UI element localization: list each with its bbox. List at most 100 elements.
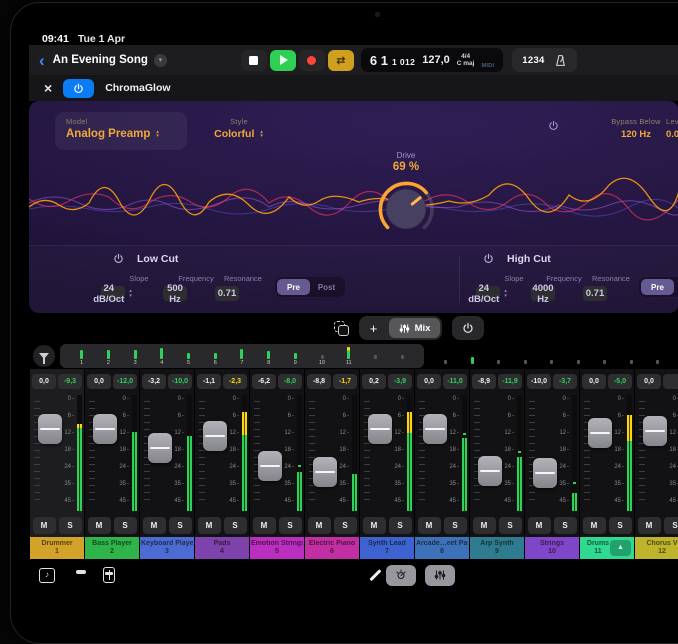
fader-handle[interactable] xyxy=(643,416,667,446)
plugins-icon[interactable] xyxy=(72,569,86,582)
track-label[interactable]: Synth Lead7 xyxy=(360,537,414,559)
play-button[interactable] xyxy=(270,50,296,71)
high-cut-resonance[interactable]: Resonance 0.71 xyxy=(583,274,639,301)
level-control[interactable]: Level 0.0 xyxy=(666,117,678,140)
fader-handle[interactable] xyxy=(588,418,612,448)
channel-strip-icon[interactable] xyxy=(103,567,115,583)
fader-handle[interactable] xyxy=(258,451,282,481)
mix-button[interactable]: Mix xyxy=(389,318,441,338)
offscreen-tracks-meters[interactable] xyxy=(424,349,678,364)
pencil-icon[interactable] xyxy=(369,569,381,581)
close-icon[interactable]: × xyxy=(44,81,52,95)
solo-button[interactable]: S xyxy=(499,517,522,534)
solo-button[interactable]: S xyxy=(664,517,678,534)
channel-strip-8[interactable]: 0,0-11,0061218243545MSArcade…eet Pad8 xyxy=(415,369,469,559)
solo-button[interactable]: S xyxy=(609,517,632,534)
channel-strip-12[interactable]: 0,0061218243545MSChorus V12 xyxy=(635,369,678,559)
solo-button[interactable]: S xyxy=(279,517,302,534)
solo-button[interactable]: S xyxy=(444,517,467,534)
track-label[interactable]: Electric Piano6 xyxy=(305,537,359,559)
track-label[interactable]: Drums11▲ xyxy=(580,537,634,559)
solo-button[interactable]: S xyxy=(389,517,412,534)
track-label[interactable]: Chorus V12 xyxy=(635,537,678,559)
channel-strip-2[interactable]: 0,0-12,0061218243545MSBass Player2 xyxy=(85,369,139,559)
fader-handle[interactable] xyxy=(148,433,172,463)
pre-segment[interactable]: Pre xyxy=(277,279,310,295)
copy-strip-button[interactable] xyxy=(334,321,349,336)
track-label[interactable]: Keyboard Player3 xyxy=(140,537,194,559)
fader-handle[interactable] xyxy=(93,414,117,444)
add-button[interactable]: + xyxy=(361,318,387,338)
track-label[interactable]: Emotion Strings5 xyxy=(250,537,304,559)
channel-strip-11[interactable]: 0,0-5,0061218243545MSDrums11▲ xyxy=(580,369,634,559)
solo-button[interactable]: S xyxy=(114,517,137,534)
channel-strip-6[interactable]: -8,8-1,7061218243545MSElectric Piano6 xyxy=(305,369,359,559)
bypass-power-icon[interactable] xyxy=(548,120,559,131)
mute-button[interactable]: M xyxy=(198,517,221,534)
post-segment[interactable]: Post xyxy=(674,279,678,295)
style-selector[interactable]: Style Colorful ▲▼ xyxy=(194,117,284,140)
faders-view-button[interactable] xyxy=(425,565,455,586)
mute-button[interactable]: M xyxy=(638,517,661,534)
mute-button[interactable]: M xyxy=(88,517,111,534)
filter-button[interactable] xyxy=(33,345,55,367)
lcd-display[interactable]: 6 1 1 012 127,0 4/4 C maj MIDI xyxy=(361,48,503,72)
mute-button[interactable]: M xyxy=(253,517,276,534)
chevron-up-icon[interactable]: ▲ xyxy=(610,540,631,556)
mute-button[interactable]: M xyxy=(143,517,166,534)
high-cut-power-icon[interactable] xyxy=(483,253,494,264)
fader-handle[interactable] xyxy=(203,421,227,451)
track-label[interactable]: Drummer1 xyxy=(30,537,84,559)
knob-view-button[interactable] xyxy=(386,565,416,586)
fader-handle[interactable] xyxy=(533,458,557,488)
low-cut-resonance[interactable]: Resonance 0.71 xyxy=(215,274,271,301)
solo-button[interactable]: S xyxy=(554,517,577,534)
metronome-icon[interactable] xyxy=(554,54,567,67)
loop-browser-icon[interactable]: ♪ xyxy=(39,568,55,583)
channel-strip-4[interactable]: -1,1-2,3061218243545MSPads4 xyxy=(195,369,249,559)
mute-button[interactable]: M xyxy=(583,517,606,534)
solo-button[interactable]: S xyxy=(334,517,357,534)
record-button[interactable] xyxy=(299,50,325,71)
track-label[interactable]: Strings10 xyxy=(525,537,579,559)
track-label[interactable]: Arcade…eet Pad8 xyxy=(415,537,469,559)
mute-button[interactable]: M xyxy=(363,517,386,534)
cycle-button[interactable]: ⇄ xyxy=(328,50,354,71)
track-label[interactable]: Pads4 xyxy=(195,537,249,559)
mute-button[interactable]: M xyxy=(308,517,331,534)
visible-tracks-range[interactable]: 1234567891011 xyxy=(60,344,424,368)
fader-handle[interactable] xyxy=(38,414,62,444)
song-title[interactable]: An Evening Song xyxy=(53,54,148,66)
count-in-button[interactable]: 1234 xyxy=(522,55,544,66)
channel-strip-3[interactable]: -3,2-10,0061218243545MSKeyboard Player3 xyxy=(140,369,194,559)
solo-button[interactable]: S xyxy=(59,517,82,534)
model-selector[interactable]: Model Analog Preamp ▲▼ xyxy=(55,112,187,150)
channel-strip-5[interactable]: -6,2-8,0061218243545MSEmotion Strings5 xyxy=(250,369,304,559)
song-title-dropdown[interactable]: ▾ xyxy=(154,54,167,67)
mute-button[interactable]: M xyxy=(418,517,441,534)
channel-strip-1[interactable]: 0,0-9,3061218243545MSDrummer1 xyxy=(30,369,84,559)
mute-button[interactable]: M xyxy=(473,517,496,534)
channel-strip-9[interactable]: -8,9-11,9061218243545MSArp Synth9 xyxy=(470,369,524,559)
plugin-power-button[interactable] xyxy=(63,79,94,98)
track-label[interactable]: Arp Synth9 xyxy=(470,537,524,559)
back-chevron-icon[interactable]: ‹ xyxy=(39,52,45,69)
bypass-below-control[interactable]: Bypass Below 120 Hz xyxy=(587,117,678,140)
channel-strip-10[interactable]: -10,0-3,7061218243545MSStrings10 xyxy=(525,369,579,559)
solo-button[interactable]: S xyxy=(169,517,192,534)
post-segment[interactable]: Post xyxy=(310,279,343,295)
mixer-power-button[interactable] xyxy=(452,316,484,340)
solo-button[interactable]: S xyxy=(224,517,247,534)
channel-strip-7[interactable]: 0,2-3,9061218243545MSSynth Lead7 xyxy=(360,369,414,559)
fader-handle[interactable] xyxy=(478,456,502,486)
fader-handle[interactable] xyxy=(423,414,447,444)
fader-handle[interactable] xyxy=(368,414,392,444)
track-label[interactable]: Bass Player2 xyxy=(85,537,139,559)
pre-segment[interactable]: Pre xyxy=(641,279,674,295)
low-cut-power-icon[interactable] xyxy=(113,253,124,264)
fader-handle[interactable] xyxy=(313,457,337,487)
drive-knob[interactable] xyxy=(372,175,440,243)
stop-button[interactable] xyxy=(241,50,267,71)
mute-button[interactable]: M xyxy=(528,517,551,534)
mute-button[interactable]: M xyxy=(33,517,56,534)
